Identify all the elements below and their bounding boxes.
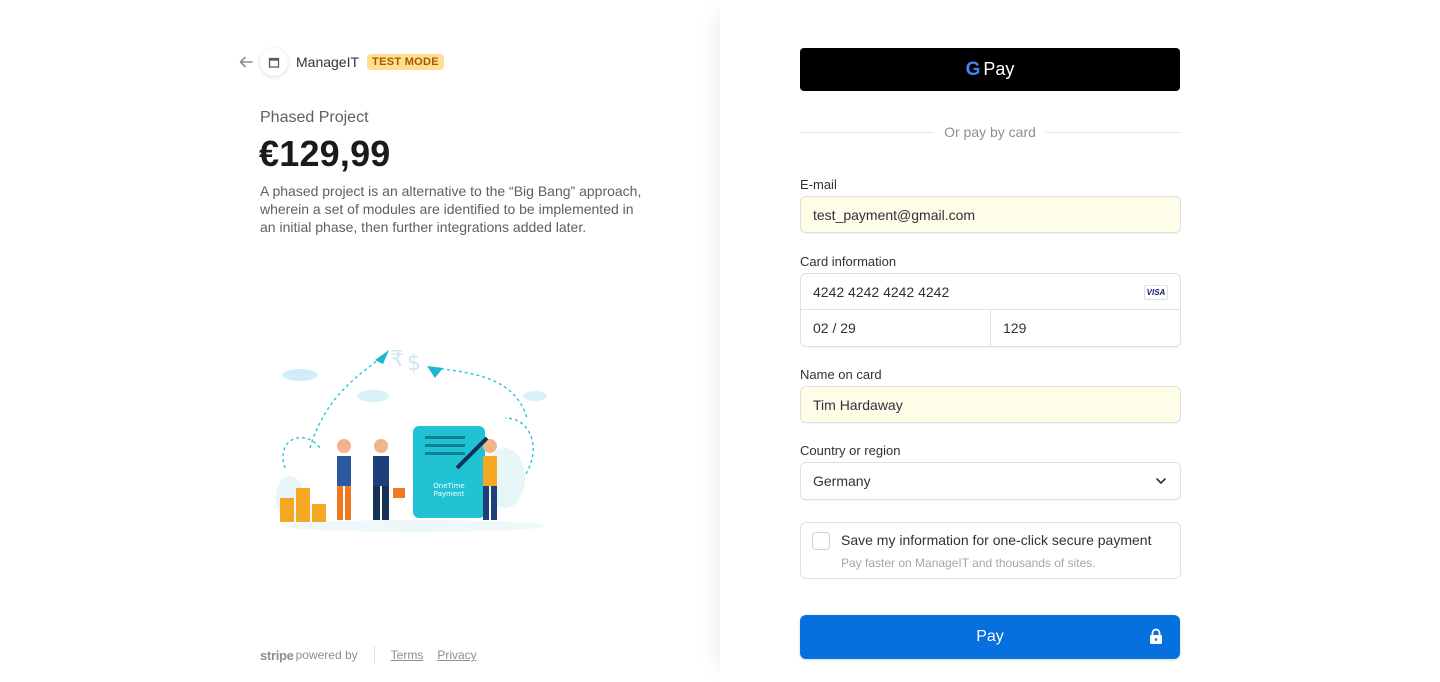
card-cvc-value: 129 xyxy=(1003,320,1027,336)
visa-icon: VISA xyxy=(1144,285,1168,300)
name-on-card-label: Name on card xyxy=(800,367,882,382)
footer-divider xyxy=(373,646,375,664)
store-icon xyxy=(260,48,288,76)
card-number-value: 4242 4242 4242 4242 xyxy=(813,283,950,300)
save-info-checkbox[interactable] xyxy=(812,532,830,550)
card-info-group: 4242 4242 4242 4242 VISA 02 / 29 129 xyxy=(800,273,1181,347)
name-on-card-field[interactable]: Tim Hardaway xyxy=(800,386,1181,423)
card-info-label: Card information xyxy=(800,254,897,269)
country-value: Germany xyxy=(813,473,871,489)
product-illustration: ₹ $ OneTime Payment xyxy=(265,338,565,538)
product-price: €129,99 xyxy=(259,133,391,174)
left-panel: ManageIT TEST MODE Phased Project €129,9… xyxy=(0,0,720,682)
merchant-header: ManageIT TEST MODE xyxy=(238,47,444,77)
save-info-title: Save my information for one-click secure… xyxy=(841,532,1152,548)
google-pay-button[interactable]: G Pay xyxy=(800,48,1180,91)
name-on-card-value: Tim Hardaway xyxy=(813,396,903,413)
product-description: A phased project is an alternative to th… xyxy=(260,183,642,235)
email-label: E-mail xyxy=(800,177,837,192)
google-g-icon: G xyxy=(965,58,981,80)
illustration-text-line1: OneTime xyxy=(433,482,464,490)
product-name: Phased Project xyxy=(260,109,369,126)
terms-link[interactable]: Terms xyxy=(391,648,424,662)
svg-text:₹: ₹ xyxy=(390,347,404,372)
illustration-text-line2: Payment xyxy=(434,490,465,498)
card-expiry-value: 02 / 29 xyxy=(813,320,856,336)
card-number-field[interactable]: 4242 4242 4242 4242 VISA xyxy=(801,274,1180,310)
stripe-logo: stripe xyxy=(260,647,294,663)
card-expiry-field[interactable]: 02 / 29 xyxy=(801,310,990,346)
gpay-label: Pay xyxy=(983,59,1015,79)
card-row-expiry-cvc: 02 / 29 129 xyxy=(801,310,1180,346)
card-cvc-field[interactable]: 129 xyxy=(990,310,1180,346)
back-arrow-icon[interactable] xyxy=(238,54,254,70)
lock-icon xyxy=(1150,628,1162,644)
email-value: test_payment@gmail.com xyxy=(813,206,976,223)
svg-text:$: $ xyxy=(407,351,421,376)
divider-line-left xyxy=(800,131,935,133)
pay-button[interactable]: Pay xyxy=(800,615,1180,659)
divider-text: Or pay by card xyxy=(944,124,1036,140)
footer: stripe powered by Terms Privacy xyxy=(260,646,491,664)
email-field[interactable]: test_payment@gmail.com xyxy=(800,196,1181,233)
save-info-subtitle: Pay faster on ManageIT and thousands of … xyxy=(841,556,1096,570)
merchant-name: ManageIT xyxy=(296,54,360,70)
divider-line-right xyxy=(1045,131,1181,133)
save-info-box: Save my information for one-click secure… xyxy=(800,522,1181,579)
powered-by-text: powered by xyxy=(295,648,358,662)
privacy-link[interactable]: Privacy xyxy=(437,648,476,662)
pay-button-label: Pay xyxy=(976,628,1004,645)
country-label: Country or region xyxy=(800,443,901,458)
country-select[interactable]: Germany xyxy=(800,462,1181,500)
chevron-down-icon xyxy=(1156,478,1166,484)
or-divider: Or pay by card xyxy=(800,122,1181,142)
test-mode-badge: TEST MODE xyxy=(367,54,444,70)
